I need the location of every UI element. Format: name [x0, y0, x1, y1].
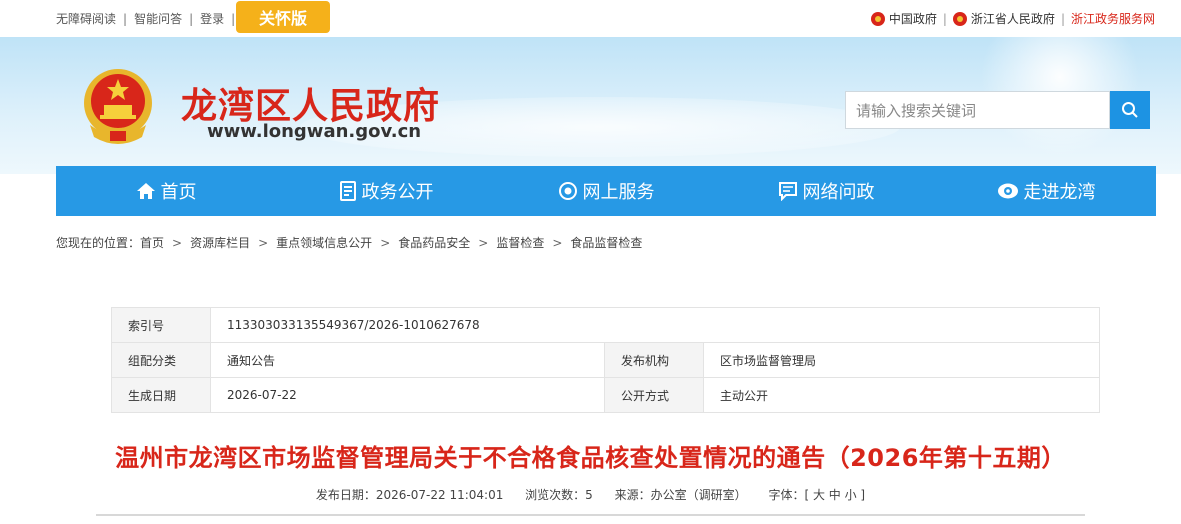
divider: | — [1060, 11, 1065, 26]
breadcrumb: 您现在的位置： 首页 > 资源库栏目 > 重点领域信息公开 > 食品药品安全 >… — [56, 234, 642, 251]
top-links: 无障碍阅读 | 智能问答 | 登录 | — [56, 10, 242, 27]
breadcrumb-item[interactable]: 资源库栏目 — [190, 234, 250, 251]
table-row: 索引号 113303033135549367/2026-1010627678 — [111, 307, 1100, 343]
nav-home[interactable]: 首页 — [56, 166, 276, 216]
breadcrumb-separator: > — [380, 235, 391, 250]
search-icon — [1122, 102, 1138, 118]
top-right-links: 中国政府 | 浙江省人民政府 | 浙江政务服务网 — [870, 10, 1155, 27]
zhejiang-emblem-icon — [952, 11, 967, 26]
home-icon — [136, 183, 155, 199]
divider — [96, 514, 1085, 516]
search-button[interactable] — [1110, 91, 1150, 129]
font-size-control[interactable]: 字体：[ 大 中 小 ] — [768, 488, 865, 502]
publisher-value: 区市场监督管理局 — [703, 342, 1100, 378]
date-label: 生成日期 — [111, 377, 211, 413]
zhejiang-service-link[interactable]: 浙江政务服务网 — [1071, 10, 1155, 27]
breadcrumb-item[interactable]: 监督检查 — [496, 234, 544, 251]
category-value: 通知公告 — [210, 342, 605, 378]
breadcrumb-item[interactable]: 首页 — [140, 234, 164, 251]
breadcrumb-item[interactable]: 食品药品安全 — [398, 234, 470, 251]
mode-label: 公开方式 — [604, 377, 704, 413]
nav-label: 网上服务 — [582, 182, 655, 203]
divider: | — [942, 11, 947, 26]
main-nav: 首页 政务公开 网上服务 网络问政 走进龙湾 — [56, 166, 1156, 216]
search-input[interactable]: 请输入搜索关键词 — [845, 91, 1110, 129]
article-source: 来源：办公室（调研室） — [614, 488, 747, 502]
date-value: 2026-07-22 — [210, 377, 605, 413]
service-icon — [558, 182, 577, 200]
publisher-label: 发布机构 — [604, 342, 704, 378]
mode-value: 主动公开 — [703, 377, 1100, 413]
divider: | — [189, 11, 194, 26]
nav-label: 网络问政 — [802, 182, 875, 203]
nav-about-longwan[interactable]: 走进龙湾 — [936, 166, 1156, 216]
breadcrumb-separator: > — [258, 235, 269, 250]
site-url: www.longwan.gov.cn — [207, 121, 422, 142]
login-link[interactable]: 登录 — [200, 10, 224, 27]
divider: | — [123, 11, 128, 26]
national-emblem-logo — [84, 69, 152, 144]
nav-online-service[interactable]: 网上服务 — [496, 166, 716, 216]
divider: | — [231, 11, 236, 26]
breadcrumb-separator: > — [552, 235, 563, 250]
breadcrumb-prefix: 您现在的位置： — [56, 236, 141, 250]
smart-qa-link[interactable]: 智能问答 — [134, 10, 182, 27]
table-row: 组配分类 通知公告 发布机构 区市场监督管理局 — [111, 342, 1100, 378]
national-emblem-icon — [870, 11, 885, 26]
accessibility-link[interactable]: 无障碍阅读 — [56, 10, 116, 27]
care-mode-button[interactable]: 关怀版 — [236, 1, 330, 33]
nav-label: 政务公开 — [361, 182, 434, 203]
breadcrumb-item[interactable]: 食品监督检查 — [570, 234, 642, 251]
breadcrumb-separator: > — [172, 235, 183, 250]
table-row: 生成日期 2026-07-22 公开方式 主动公开 — [111, 377, 1100, 413]
eye-icon — [997, 183, 1018, 199]
index-value: 113303033135549367/2026-1010627678 — [210, 307, 1100, 343]
category-label: 组配分类 — [111, 342, 211, 378]
publish-date: 发布日期：2026-07-22 11:04:01 — [315, 488, 504, 502]
china-gov-link[interactable]: 中国政府 — [889, 10, 937, 27]
breadcrumb-separator: > — [478, 235, 489, 250]
chat-icon — [778, 182, 797, 201]
header-banner: 龙湾区人民政府 www.longwan.gov.cn 请输入搜索关键词 — [0, 37, 1181, 174]
breadcrumb-item[interactable]: 重点领域信息公开 — [276, 234, 372, 251]
article-title: 温州市龙湾区市场监督管理局关于不合格食品核查处置情况的通告（2026年第十五期） — [115, 444, 1066, 472]
nav-label: 走进龙湾 — [1023, 182, 1096, 203]
zhejiang-gov-link[interactable]: 浙江省人民政府 — [971, 10, 1055, 27]
view-count: 浏览次数：5 — [525, 488, 593, 502]
nav-label: 首页 — [160, 182, 197, 203]
nav-online-inquiry[interactable]: 网络问政 — [716, 166, 936, 216]
document-info-table: 索引号 113303033135549367/2026-1010627678 组… — [111, 307, 1100, 413]
nav-gov-affairs[interactable]: 政务公开 — [276, 166, 496, 216]
article-meta: 发布日期：2026-07-22 11:04:01 浏览次数：5 来源：办公室（调… — [0, 486, 1181, 503]
top-bar: 无障碍阅读 | 智能问答 | 登录 | 关怀版 中国政府 | 浙江省人民政府 |… — [0, 0, 1181, 37]
document-icon — [339, 181, 356, 201]
index-label: 索引号 — [111, 307, 211, 343]
